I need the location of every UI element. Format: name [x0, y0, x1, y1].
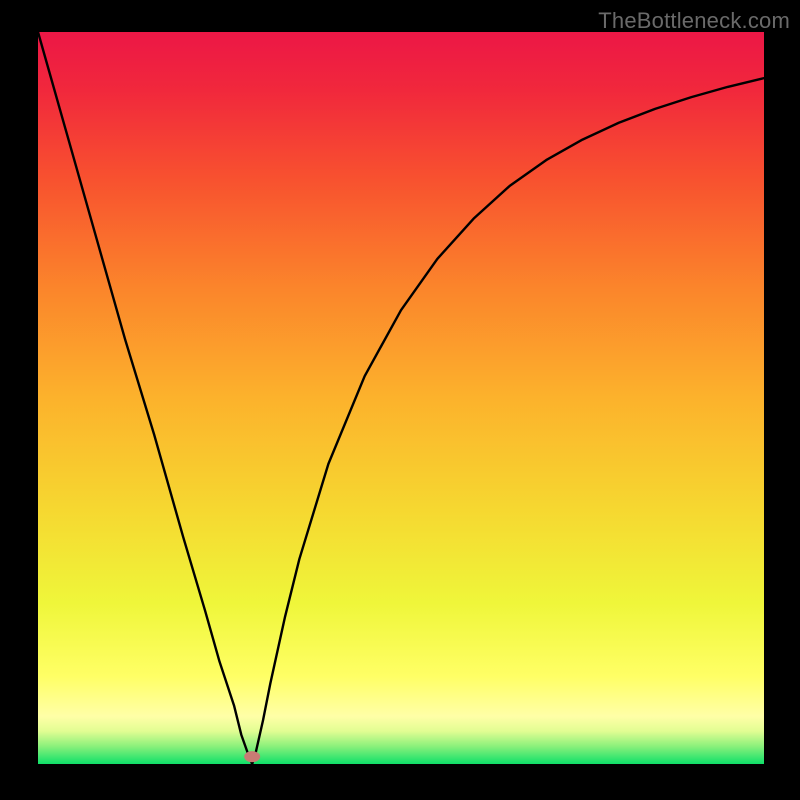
watermark: TheBottleneck.com: [598, 8, 790, 34]
chart-frame: { "watermark": "TheBottleneck.com", "col…: [0, 0, 800, 800]
plot-background: [38, 32, 764, 764]
minimum-dot: [244, 751, 260, 762]
chart-svg: [0, 0, 800, 800]
